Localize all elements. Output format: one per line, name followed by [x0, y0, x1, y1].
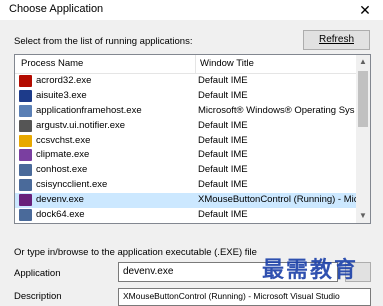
browse-instructions: Or type in/browse to the application exe… — [14, 247, 257, 258]
list-header: Process Name Window Title — [15, 55, 358, 74]
window-title-cell: XMouseButtonControl (Running) - Mic — [198, 194, 358, 206]
sync-icon — [19, 179, 32, 192]
refresh-button[interactable]: Refresh — [303, 30, 370, 50]
checkmark-icon — [19, 134, 32, 147]
clipmate-icon — [19, 149, 32, 162]
list-rows: acrord32.exe Default IME aisuite3.exe Defau… — [15, 74, 358, 223]
window-title-cell: Microsoft® Windows® Operating Sys — [198, 104, 355, 116]
title-bar: Choose Application ✕ — [0, 0, 383, 20]
console-icon — [19, 164, 32, 177]
list-row[interactable]: argustv.ui.notifier.exe Default IME — [15, 119, 358, 134]
process-name: clipmate.exe — [36, 149, 90, 161]
list-row[interactable]: applicationframehost.exe Microsoft® Windo… — [15, 104, 358, 119]
app-frame-icon — [19, 104, 32, 117]
list-row[interactable]: ccsvchst.exe Default IME — [15, 134, 358, 149]
process-name: ccsvchst.exe — [36, 134, 91, 146]
acrobat-icon — [19, 75, 32, 87]
scrollbar-thumb[interactable] — [358, 71, 368, 127]
running-apps-label: Select from the list of running applicat… — [14, 36, 193, 47]
window-title-cell: Default IME — [198, 89, 248, 101]
running-apps-list[interactable]: Process Name Window Title acrord32.exe De… — [14, 54, 371, 224]
process-name: applicationframehost.exe — [36, 104, 142, 116]
list-row[interactable]: aisuite3.exe Default IME — [15, 89, 358, 104]
process-name: acrord32.exe — [36, 75, 92, 86]
process-name: csisyncclient.exe — [36, 179, 108, 191]
argus-icon — [19, 119, 32, 132]
aisuite-icon — [19, 89, 32, 102]
list-row[interactable]: conhost.exe Default IME — [15, 163, 358, 178]
close-icon[interactable]: ✕ — [353, 0, 377, 20]
column-header-window[interactable]: Window Title — [200, 58, 254, 69]
scroll-up-icon[interactable]: ▲ — [356, 55, 370, 69]
window-title: Choose Application — [9, 3, 104, 15]
column-header-process[interactable]: Process Name — [21, 58, 83, 69]
column-divider[interactable] — [195, 55, 196, 73]
window-title-cell: Default IME — [198, 119, 248, 131]
window-title-cell: Default IME — [198, 179, 248, 191]
list-row[interactable]: devenv.exe XMouseButtonControl (Running) … — [15, 193, 358, 209]
list-row[interactable]: dock64.exe Default IME — [15, 208, 358, 223]
list-row[interactable]: clipmate.exe Default IME — [15, 148, 358, 163]
description-input[interactable]: XMouseButtonControl (Running) - Microsof… — [118, 288, 371, 306]
window-title-cell: Default IME — [198, 149, 248, 161]
dock-icon — [19, 209, 32, 222]
window-title-cell: Default IME — [198, 164, 248, 176]
process-name: dock64.exe — [36, 209, 85, 221]
refresh-label: Refresh — [318, 34, 354, 45]
watermark: 最需教育 — [262, 257, 359, 283]
window-title-cell: Default IME — [198, 209, 248, 221]
process-name: argustv.ui.notifier.exe — [36, 119, 126, 131]
list-row[interactable]: csisyncclient.exe Default IME — [15, 178, 358, 193]
list-row[interactable]: acrord32.exe Default IME — [15, 74, 358, 89]
vertical-scrollbar[interactable]: ▲ ▼ — [356, 55, 370, 223]
process-name: devenv.exe — [36, 194, 84, 206]
process-name: aisuite3.exe — [36, 89, 87, 101]
visual-studio-icon — [19, 194, 32, 207]
window-title-cell: Default IME — [198, 134, 248, 146]
process-name: conhost.exe — [36, 164, 88, 176]
scroll-down-icon[interactable]: ▼ — [356, 209, 370, 223]
window-title-cell: Default IME — [198, 75, 248, 86]
application-label: Application — [14, 268, 61, 279]
